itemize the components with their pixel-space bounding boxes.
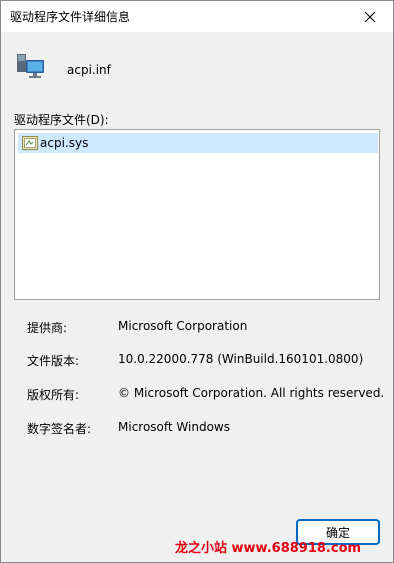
driver-inf-name: acpi.inf (67, 63, 111, 77)
signer-value: Microsoft Windows (118, 420, 230, 434)
provider-value: Microsoft Corporation (118, 319, 248, 333)
window-title: 驱动程序文件详细信息 (10, 10, 131, 24)
driver-files-label: 驱动程序文件(D): (14, 113, 109, 127)
device-monitor-icon (17, 54, 44, 78)
title-bar: 驱动程序文件详细信息 (1, 1, 393, 32)
driver-files-list[interactable]: acpi.sys (14, 129, 380, 300)
list-item[interactable]: acpi.sys (18, 133, 378, 153)
list-item-label: acpi.sys (40, 136, 89, 150)
version-label: 文件版本: (27, 354, 80, 368)
provider-label: 提供商: (27, 321, 68, 335)
signer-label: 数字签名者: (27, 422, 92, 436)
copyright-label: 版权所有: (27, 388, 80, 402)
driver-file-details-dialog: 驱动程序文件详细信息 acpi.inf 驱动程序文件(D): acpi.sys … (0, 0, 394, 563)
driver-file-icon (22, 136, 38, 150)
copyright-value: © Microsoft Corporation. All rights rese… (118, 386, 385, 400)
version-value: 10.0.22000.778 (WinBuild.160101.0800) (118, 352, 364, 366)
close-icon (364, 11, 376, 22)
watermark: 龙之小站 www.688918.com (175, 541, 362, 556)
close-button[interactable] (347, 1, 393, 32)
